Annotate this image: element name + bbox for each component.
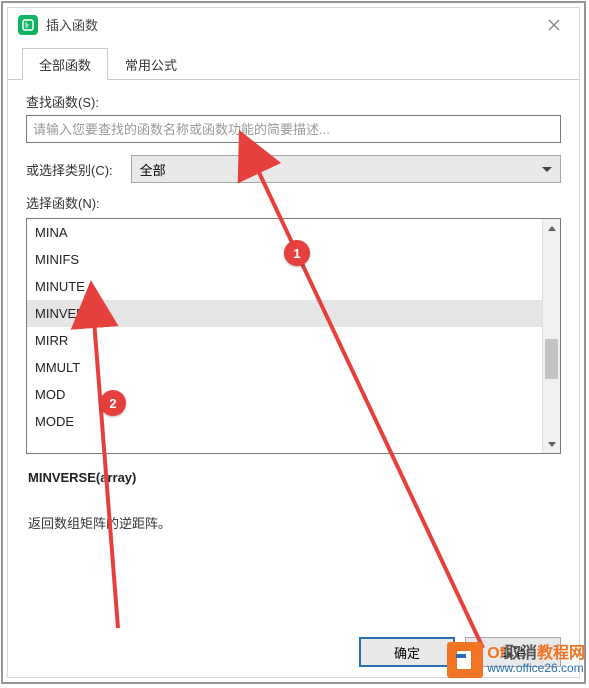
- titlebar: 插入函数: [8, 8, 579, 42]
- list-item[interactable]: MMULT: [27, 354, 542, 381]
- function-listbox: MINA MINIFS MINUTE MINVERSE MIRR MMULT M…: [26, 218, 561, 454]
- list-item[interactable]: MIRR: [27, 327, 542, 354]
- ok-button[interactable]: 确定: [359, 637, 455, 667]
- list-item[interactable]: MODE: [27, 408, 542, 435]
- category-value: 全部: [140, 160, 166, 179]
- scroll-up-icon[interactable]: [543, 219, 560, 237]
- scroll-down-icon[interactable]: [543, 435, 560, 453]
- dialog-title: 插入函数: [46, 15, 98, 34]
- list-item[interactable]: MINVERSE: [27, 300, 542, 327]
- scrollbar[interactable]: [542, 219, 560, 453]
- close-button[interactable]: [539, 10, 569, 40]
- list-item[interactable]: MINIFS: [27, 246, 542, 273]
- insert-function-dialog: 插入函数 全部函数 常用公式 查找函数(S): 或选择类别(C): 全部 选择函…: [7, 7, 580, 678]
- tab-bar: 全部函数 常用公式: [8, 42, 579, 80]
- tab-common-formulas[interactable]: 常用公式: [108, 48, 194, 80]
- category-label: 或选择类别(C):: [26, 160, 113, 179]
- search-label: 查找函数(S):: [26, 92, 561, 111]
- chevron-down-icon: [542, 167, 552, 172]
- function-description: 返回数组矩阵的逆距阵。: [28, 513, 561, 532]
- list-item[interactable]: MINUTE: [27, 273, 542, 300]
- search-input[interactable]: [26, 115, 561, 143]
- app-icon: [18, 15, 38, 35]
- list-item[interactable]: MINA: [27, 219, 542, 246]
- tab-all-functions[interactable]: 全部函数: [22, 48, 108, 80]
- cancel-button[interactable]: 取消: [465, 637, 561, 667]
- button-bar: 确定 取消: [359, 637, 561, 667]
- description-block: MINVERSE(array) 返回数组矩阵的逆距阵。: [26, 454, 561, 532]
- scroll-thumb[interactable]: [545, 339, 558, 379]
- list-item[interactable]: MOD: [27, 381, 542, 408]
- category-select[interactable]: 全部: [131, 155, 561, 183]
- function-list-label: 选择函数(N):: [26, 193, 561, 212]
- function-signature: MINVERSE(array): [28, 470, 561, 485]
